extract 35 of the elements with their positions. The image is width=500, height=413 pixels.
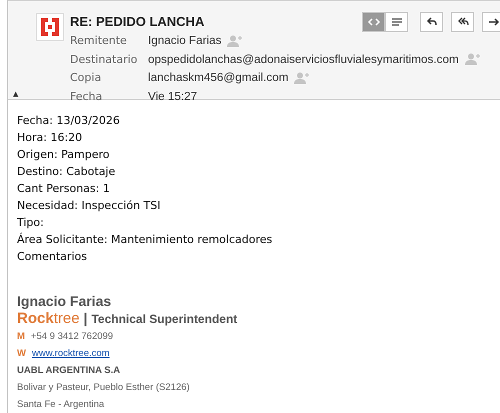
field-value: Ignacio Farias <box>148 33 222 49</box>
body-text-line: Destino: Cabotaje <box>17 164 116 180</box>
contact-label: W <box>17 347 26 361</box>
signature-name: Ignacio Farias <box>17 293 112 309</box>
view-toggle-button[interactable] <box>385 12 408 32</box>
separator-text: | <box>84 309 88 327</box>
message-subject: RE: PEDIDO LANCHA <box>70 13 204 31</box>
address-line: Santa Fe - Argentina <box>17 398 104 412</box>
body-text-line: Tipo: <box>17 215 44 231</box>
field-label: Destinatario <box>70 52 138 68</box>
field-label: Remitente <box>70 33 128 49</box>
website-link[interactable]: www.rocktree.com <box>32 346 110 362</box>
brand-name: Rocktree <box>17 310 80 328</box>
view-toggle-button[interactable] <box>362 12 385 32</box>
field-value: opspedidolanchas@adonaiserviciosfluvialesymaritimos.com <box>148 52 459 68</box>
forward-button[interactable] <box>482 12 500 32</box>
reply-all-button[interactable] <box>451 12 474 32</box>
job-title: Technical Superintendent <box>91 311 238 328</box>
body-text-line: Área Solicitante: Mantenimiento remolcadores <box>17 232 272 248</box>
reply-button[interactable] <box>420 12 443 32</box>
contact-label: M <box>17 330 25 344</box>
body-text-line: Hora: 16:20 <box>17 130 82 146</box>
field-value: Vie 15:27 <box>148 88 198 104</box>
field-label: Fecha <box>70 88 104 104</box>
body-text-line: Fecha: 13/03/2026 <box>17 113 120 129</box>
body-text-line: Necesidad: Inspección TSI <box>17 198 160 214</box>
phone-number: +54 9 3412 762099 <box>30 330 114 344</box>
field-value: lanchaskm456@gmail.com <box>148 70 288 86</box>
address-line: Bolivar y Pasteur, Pueblo Esther (S2126) <box>17 381 190 395</box>
body-text-line: Origen: Pampero <box>17 147 110 163</box>
body-text-line: Comentarios <box>17 249 87 265</box>
logo-icon <box>36 13 64 41</box>
body-text-line: Cant Personas: 1 <box>17 181 110 197</box>
field-label: Copia <box>70 70 102 86</box>
company-name: UABL ARGENTINA S.A <box>17 364 120 378</box>
